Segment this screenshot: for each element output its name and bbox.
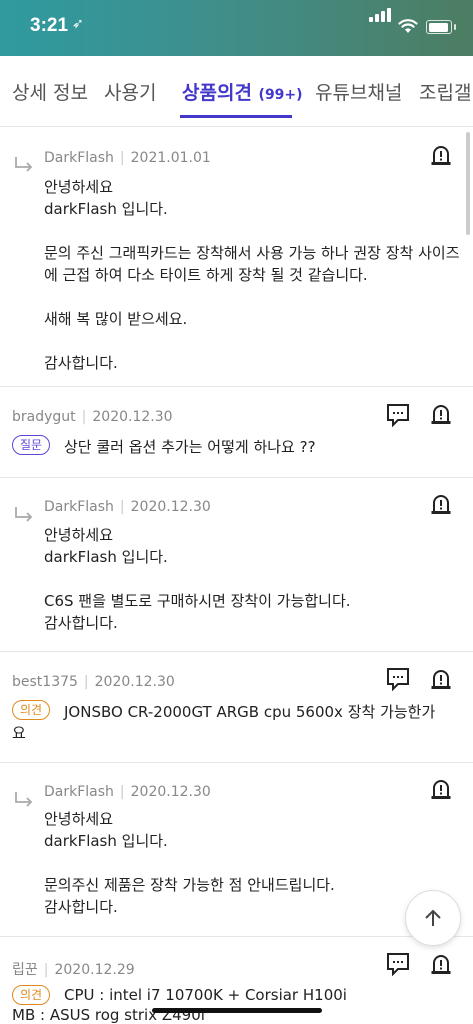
comment-line: darkFlash 입니다. <box>44 200 168 218</box>
comment-line: 감사합니다. <box>44 614 118 632</box>
comment-line: 감사합니다. <box>44 898 118 916</box>
battery-icon <box>426 20 456 34</box>
comment-line: 에 근접 하여 다소 타이트 하게 장착 될 것 같습니다. <box>44 266 368 284</box>
location-icon: ➶ <box>72 16 84 32</box>
question-badge: 질문 <box>12 435 51 455</box>
tab-label: 상세 정보 <box>12 82 88 104</box>
tab-label: 사용기 <box>104 82 157 104</box>
comment-line: 안녕하세요 <box>44 810 114 828</box>
divider <box>0 386 473 387</box>
comment-body: 안녕하세요 darkFlash 입니다. 문의 주신 그래픽카드는 장착해서 사… <box>44 176 460 374</box>
report-icon[interactable] <box>430 777 452 801</box>
report-icon[interactable] <box>430 492 452 516</box>
comment-text: CPU : intel i7 10700K + Corsiar H100i <box>64 986 347 1004</box>
comment-author: DarkFlash <box>44 499 114 515</box>
comment-date: 2020.12.29 <box>54 962 135 978</box>
comment-icon[interactable] <box>386 403 410 427</box>
tab-label: 유튜브채널 <box>315 82 403 104</box>
report-icon[interactable] <box>430 952 452 976</box>
home-indicator <box>152 1008 322 1013</box>
comment-line: darkFlash 입니다. <box>44 548 168 566</box>
scroll-to-top-button[interactable] <box>405 890 461 946</box>
status-time: 3:21 <box>30 15 69 36</box>
comment-line: darkFlash 입니다. <box>44 832 168 850</box>
divider <box>0 477 473 478</box>
tab-reviews[interactable]: 사용기 <box>104 78 156 105</box>
scrollbar[interactable] <box>466 132 470 235</box>
comment-date: 2021.01.01 <box>130 150 211 166</box>
comment-icon[interactable] <box>386 667 410 691</box>
comment-text: JONSBO CR-2000GT ARGB cpu 5600x 장착 가능한가 <box>64 703 436 721</box>
comment-line: C6S 팬을 별도로 구매하시면 장착이 가능합니다. <box>44 592 351 610</box>
status-bar: 3:21 ➶ <box>0 0 473 56</box>
tab-gallery[interactable]: 조립갤러 <box>419 78 473 105</box>
comment-author: DarkFlash <box>44 784 114 800</box>
comment-author: bradygut <box>12 409 76 425</box>
divider <box>0 651 473 652</box>
comment-date: 2020.12.30 <box>130 499 211 515</box>
comment-date: 2020.12.30 <box>130 784 211 800</box>
comment-line: 문의주신 제품은 장착 가능한 점 안내드립니다. <box>44 876 335 894</box>
comment-author: best1375 <box>12 674 78 690</box>
comment-line: 안녕하세요 <box>44 526 114 544</box>
tab-youtube[interactable]: 유튜브채널 <box>315 78 402 105</box>
wifi-icon <box>398 19 418 33</box>
divider <box>0 762 473 763</box>
comment-author: DarkFlash <box>44 150 114 166</box>
report-icon[interactable] <box>430 143 452 167</box>
comment-text: 상단 쿨러 옵션 추가는 어떻게 하나요 ?? <box>64 438 316 456</box>
comment-meta: 립꾼 | 2020.12.29 <box>12 962 135 978</box>
comment-meta: bradygut | 2020.12.30 <box>12 409 173 425</box>
comment-meta: DarkFlash | 2020.12.30 <box>44 784 211 800</box>
comment-line: 감사합니다. <box>44 354 118 372</box>
tab-details[interactable]: 상세 정보 <box>12 78 88 105</box>
comment-body: 안녕하세요 darkFlash 입니다. C6S 팬을 별도로 구매하시면 장착… <box>44 524 351 634</box>
opinion-badge: 의견 <box>12 700 51 720</box>
active-tab-indicator <box>180 115 292 118</box>
reply-arrow-icon <box>15 792 33 807</box>
tab-label: 조립갤러 <box>419 82 473 104</box>
comment-body: 안녕하세요 darkFlash 입니다. 문의주신 제품은 장착 가능한 점 안… <box>44 808 335 918</box>
comment-meta: best1375 | 2020.12.30 <box>12 674 175 690</box>
report-icon[interactable] <box>430 667 452 691</box>
tab-opinions[interactable]: 상품의견 (99+) <box>182 78 303 105</box>
opinion-badge: 의견 <box>12 985 51 1005</box>
tab-label: 상품의견 <box>182 82 252 104</box>
divider <box>0 936 473 937</box>
comment-line: 안녕하세요 <box>44 178 114 196</box>
comment-meta: DarkFlash | 2020.12.30 <box>44 499 211 515</box>
comment-line: 새해 복 많이 받으세요. <box>44 310 188 328</box>
reply-arrow-icon <box>15 157 33 172</box>
arrow-up-icon <box>425 909 441 926</box>
tab-count: (99+) <box>258 87 303 103</box>
comment-date: 2020.12.30 <box>92 409 173 425</box>
comment-line: 문의 주신 그래픽카드는 장착해서 사용 가능 하나 권장 장착 사이즈 <box>44 244 460 262</box>
comment-icon[interactable] <box>386 952 410 976</box>
report-icon[interactable] <box>430 402 452 426</box>
comment-author: 립꾼 <box>12 962 38 978</box>
reply-arrow-icon <box>15 507 33 522</box>
comment-text: 요 <box>12 724 26 742</box>
comment-date: 2020.12.30 <box>94 674 175 690</box>
comment-meta: DarkFlash | 2021.01.01 <box>44 150 211 166</box>
